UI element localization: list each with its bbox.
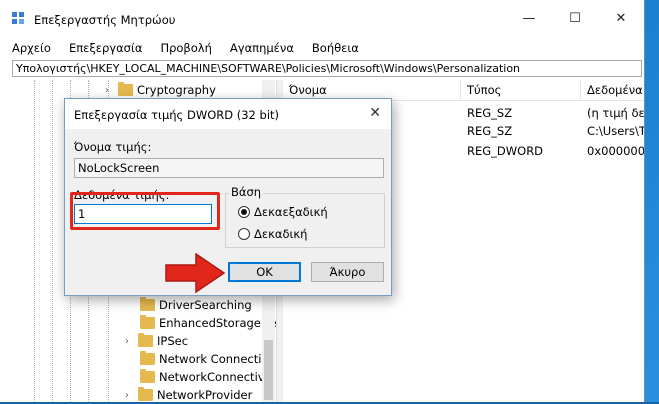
value-data-cell[interactable]: C:\Users\Te — [587, 122, 644, 140]
folder-icon — [118, 82, 133, 96]
registry-editor-icon — [12, 12, 24, 24]
column-header-data[interactable]: Δεδομένα — [581, 80, 644, 100]
dialog-title-bar: Επεξεργασία τιμής DWORD (32 bit) ✕ — [65, 99, 391, 129]
tree-item-label: Network Connectio — [159, 352, 269, 366]
tree-item-label: Cryptography — [137, 83, 216, 97]
value-type-cell[interactable]: REG_SZ — [467, 104, 512, 122]
tree-item[interactable]: NetworkConnectivi — [140, 368, 268, 386]
tree-guide-line — [52, 80, 53, 402]
radio-selected-icon[interactable] — [238, 206, 250, 218]
expand-chevron-icon[interactable]: › — [122, 390, 132, 401]
menu-edit[interactable]: Επεξεργασία — [63, 38, 148, 58]
folder-icon — [140, 369, 155, 383]
radio-hex-label: Δεκαεξαδική — [254, 205, 328, 219]
tree-item-label: NetworkProvider — [157, 388, 253, 402]
base-group-title: Βάση — [229, 185, 264, 199]
radio-dec-label: Δεκαδική — [254, 227, 308, 241]
tree-item-label: NetworkConnectivi — [159, 370, 268, 384]
tree-item-label: DriverSearching — [159, 298, 252, 312]
value-type-cell[interactable]: REG_DWORD — [467, 142, 543, 160]
folder-icon — [140, 297, 155, 311]
menu-file[interactable]: Αρχείο — [6, 38, 57, 58]
tree-item-label: IPSec — [157, 334, 189, 348]
tree-item[interactable]: Network Connectio — [140, 350, 268, 368]
folder-icon — [138, 387, 153, 401]
maximize-button[interactable]: ☐ — [552, 0, 598, 36]
expand-chevron-icon[interactable]: › — [122, 336, 132, 347]
radio-hexadecimal[interactable]: Δεκαεξαδική — [238, 205, 328, 219]
tree-item[interactable]: › IPSec — [122, 332, 188, 350]
arrow-right-icon — [165, 252, 226, 294]
tree-item-label: EnhancedStorageDe — [159, 316, 277, 330]
tree-item[interactable]: EnhancedStorageDe — [140, 314, 277, 332]
dialog-title: Επεξεργασία τιμής DWORD (32 bit) — [74, 108, 280, 122]
tree-scrollbar-thumb[interactable] — [264, 340, 273, 400]
column-header-type[interactable]: Τύπος — [461, 80, 581, 100]
cancel-button[interactable]: Άκυρο — [311, 262, 384, 282]
minimize-button[interactable]: — — [506, 0, 552, 36]
menu-view[interactable]: Προβολή — [154, 38, 217, 58]
value-data-cell[interactable]: 0x00000000 — [587, 142, 644, 160]
tree-item[interactable]: › NetworkProvider — [122, 386, 252, 404]
menu-bar: Αρχείο Επεξεργασία Προβολή Αγαπημένα Βοή… — [0, 38, 644, 58]
highlight-box — [70, 192, 220, 230]
tree-guide-line — [34, 80, 35, 402]
value-name-label: Όνομα τιμής: — [74, 140, 152, 154]
value-type-cell[interactable]: REG_SZ — [467, 122, 512, 140]
ok-button[interactable]: OK — [228, 262, 301, 282]
folder-icon — [138, 333, 153, 347]
tree-item[interactable]: DriverSearching — [140, 296, 252, 314]
window-title: Επεξεργαστής Μητρώου — [34, 13, 176, 27]
radio-decimal[interactable]: Δεκαδική — [238, 227, 307, 241]
menu-help[interactable]: Βοήθεια — [306, 38, 365, 58]
expand-chevron-icon[interactable]: › — [102, 85, 112, 96]
title-bar: Επεξεργαστής Μητρώου — ☐ ✕ — [0, 0, 644, 36]
folder-icon — [140, 351, 155, 365]
folder-icon — [140, 315, 155, 329]
dialog-close-icon[interactable]: ✕ — [369, 105, 381, 121]
menu-favorites[interactable]: Αγαπημένα — [224, 38, 300, 58]
address-bar[interactable]: Υπολογιστής\HKEY_LOCAL_MACHINE\SOFTWARE\… — [12, 60, 642, 77]
value-name-field: NoLockScreen — [74, 158, 384, 178]
tree-item[interactable]: › Cryptography — [102, 81, 216, 99]
close-button[interactable]: ✕ — [598, 0, 644, 36]
column-header-name[interactable]: Όνομα — [283, 80, 461, 100]
radio-unselected-icon[interactable] — [238, 228, 250, 240]
value-data-cell[interactable]: (η τιμή δεν — [587, 104, 644, 122]
